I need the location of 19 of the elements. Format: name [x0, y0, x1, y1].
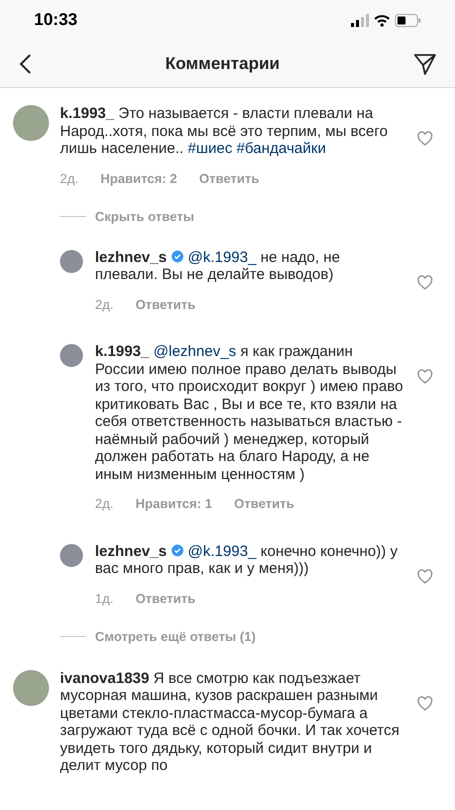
comment-time: 2д.	[95, 495, 114, 513]
status-time: 10:33	[34, 9, 78, 32]
comment-text: k.1993_ Это называется - власти плевали на Народ..хотя, пока мы всё это терпим, мы всего лишь население.. #шиес #бандачайки	[60, 105, 389, 158]
comment-time: 2д.	[60, 170, 78, 188]
comment-time: 2д.	[95, 296, 114, 314]
likes-count[interactable]: Нравится: 2	[100, 168, 178, 188]
replies-toggle[interactable]: Скрыть ответы	[95, 207, 194, 226]
reply-link[interactable]: Ответить	[199, 168, 260, 188]
comment-time: 1д.	[95, 590, 114, 608]
reply-link[interactable]: Ответить	[135, 588, 196, 608]
reply-link[interactable]: Ответить	[234, 494, 294, 514]
comment-text: ivanova1839 Я все смотрю как подъезжает мусорная машина, кузов раскрашен разными цветами стекло-пластмасса-мусор-бумага а загружают туда всё с одной бочки. И так хочется увидеть того дядьку, который сидит внутри и делит мусор по	[60, 670, 400, 774]
comment-text: k.1993_ @lezhnev_s я как гражданин России имею полное право делать выводы из того, что происходит вокруг ) имею право критиковать Вас , Вы и все те, кто взяли на себя ответственность называться властью - наёмный рабочий ) менеджер, который должен работать на благо Народу, а не иным низменным ценностям )	[95, 343, 404, 483]
comment-text: lezhnev_s @k.1993_ конечно конечно)) у вас много прав, как и у меня)))	[95, 542, 399, 578]
likes-count[interactable]: Нравится: 1	[135, 494, 212, 514]
reply-link[interactable]: Ответить	[135, 294, 196, 314]
page-title: Комментарии	[165, 52, 280, 75]
replies-toggle[interactable]: Смотреть ещё ответы (1)	[95, 627, 256, 646]
comment-text: lezhnev_s @k.1993_ не надо, не плевали. Вы не делайте выводов)	[95, 248, 341, 284]
